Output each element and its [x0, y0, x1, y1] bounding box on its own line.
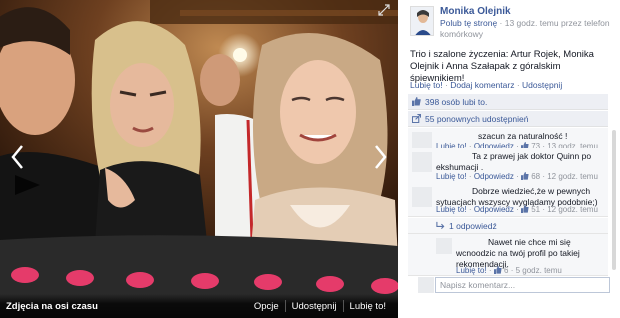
comment: Dobrze wiedzieć,że w pewnych sytuacjach …: [408, 183, 608, 217]
comment-reply-link[interactable]: Odpowiedz: [474, 205, 514, 214]
photo-stage: Zdjęcia na osi czasu Opcje Udostępnij Lu…: [0, 0, 398, 318]
photo: [0, 0, 398, 318]
photo-footer: Zdjęcia na osi czasu Opcje Udostępnij Lu…: [0, 294, 398, 318]
reply-like-count: 6: [504, 266, 509, 275]
thumbs-up-icon: [520, 172, 529, 180]
post-header: Monika Olejnik Polub tę stronę · 13 godz…: [410, 6, 620, 40]
share-button[interactable]: Udostępnij: [286, 301, 343, 312]
reply-like-link[interactable]: Lubię to!: [456, 266, 487, 275]
comment-meta: Lubię to! · Odpowiedz · 68 · 12 godz. te…: [436, 172, 598, 181]
thumbs-up-icon: [412, 97, 421, 106]
chevron-right-icon: [375, 145, 387, 169]
like-page-link[interactable]: Polub tę stronę: [440, 18, 497, 28]
comment-like-count: 68: [531, 172, 541, 181]
fullscreen-icon[interactable]: [378, 4, 390, 16]
share-icon: [412, 114, 421, 123]
comment-like-link[interactable]: Lubię to!: [436, 205, 467, 214]
post-share-link[interactable]: Udostępnij: [522, 80, 562, 90]
post-actions: Lubię to! · Dodaj komentarz · Udostępnij: [410, 80, 563, 90]
add-comment-link[interactable]: Dodaj komentarz: [450, 80, 514, 90]
comment: Ta z prawej jak doktor Quinn po ekshumac…: [408, 148, 608, 188]
comment-input[interactable]: [435, 277, 610, 293]
page-name-link[interactable]: Monika Olejnik: [440, 6, 620, 17]
post-meta: Polub tę stronę · 13 godz. temu przez te…: [440, 18, 620, 40]
options-button[interactable]: Opcje: [248, 301, 285, 312]
reply: Nawet nie chce mi się wcnoodzic na twój …: [408, 234, 608, 276]
likes-summary[interactable]: 398 osób lubi to.: [408, 94, 608, 110]
reply-arrow-icon: [436, 221, 445, 230]
commenter-avatar[interactable]: [412, 152, 432, 172]
comment-meta: Lubię to! · Odpowiedz · 51 · 12 godz. te…: [436, 205, 598, 214]
timeline-photos-link[interactable]: Zdjęcia na osi czasu: [6, 301, 98, 312]
comment-like-link[interactable]: Lubię to!: [436, 172, 467, 181]
shares-summary[interactable]: 55 ponownych udostępnień: [408, 111, 608, 127]
replies-count-text: 1 odpowiedź: [449, 220, 497, 231]
comment-reply-link[interactable]: Odpowiedz: [474, 172, 514, 181]
likes-count-text: 398 osób lubi to.: [425, 96, 488, 107]
photo-actions: Opcje Udostępnij Lubię to!: [248, 300, 392, 312]
view-replies-link[interactable]: 1 odpowiedź: [408, 218, 608, 234]
comment-like-count: 51: [531, 205, 541, 214]
next-photo-arrow[interactable]: [370, 140, 392, 174]
thumbs-up-icon: [520, 205, 529, 213]
comment-text: Ta z prawej jak doktor Quinn po ekshumac…: [436, 151, 592, 172]
post-like-link[interactable]: Lubię to!: [410, 80, 443, 90]
reply-time: 5 godz. temu: [515, 266, 562, 275]
comment-time: 12 godz. temu: [547, 205, 598, 214]
page-avatar[interactable]: [410, 6, 434, 36]
chevron-left-icon: [11, 145, 23, 169]
like-button[interactable]: Lubię to!: [344, 301, 392, 312]
comments-scrollbar[interactable]: [612, 130, 616, 270]
thumbs-up-icon: [493, 266, 502, 274]
previous-photo-arrow[interactable]: [6, 140, 28, 174]
post-header-text: Monika Olejnik Polub tę stronę · 13 godz…: [440, 6, 620, 40]
reply-meta: Lubię to! · 6 · 5 godz. temu: [456, 266, 562, 275]
comment-time: 12 godz. temu: [547, 172, 598, 181]
commenter-avatar[interactable]: [412, 187, 432, 207]
comment-text: szacun za naturalność !: [478, 131, 568, 141]
shares-count-text: 55 ponownych udostępnień: [425, 113, 529, 124]
commenter-avatar[interactable]: [436, 238, 452, 254]
profile-picture-icon: [411, 7, 433, 35]
viewer-avatar: [418, 277, 434, 293]
